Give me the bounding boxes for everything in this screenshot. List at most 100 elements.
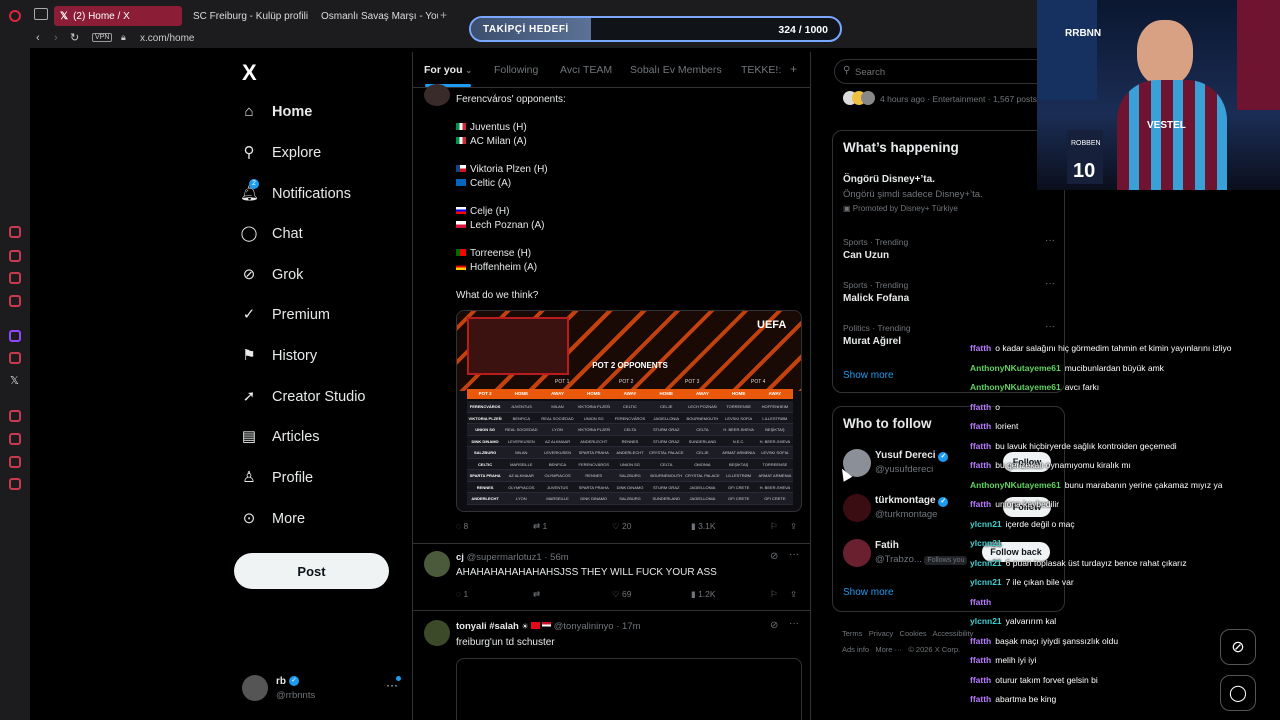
trabzon-flag xyxy=(1237,0,1280,110)
repost-button[interactable]: ⇄ xyxy=(533,589,540,600)
show-more-link[interactable]: Show more xyxy=(843,587,894,598)
opponent-cell: FERENCVÁROS xyxy=(578,461,609,467)
footer-link[interactable]: Privacy xyxy=(869,629,894,638)
x-sidebar-icon[interactable]: 𝕏 xyxy=(10,374,19,387)
sidebar-app-icon[interactable] xyxy=(9,410,21,422)
opponent-cell: BENFICA xyxy=(512,415,530,421)
sidebar-app-icon[interactable] xyxy=(9,272,21,284)
whats-happening-panel: What’s happening Öngörü Disney+’ta. Öngö… xyxy=(832,130,1065,393)
clock-icon[interactable] xyxy=(9,433,21,445)
trend-item[interactable]: Sports · Trending Can Uzun ··· xyxy=(843,235,1055,267)
tweet-image-pot2-opponents[interactable]: UEFA POT 2 OPPONENTS POT 1 POT 2 POT 3 P… xyxy=(456,310,802,512)
footer-link[interactable]: Ads info xyxy=(842,645,869,654)
tweet-line: Torreense (H) xyxy=(456,248,531,259)
flag-poland-icon xyxy=(456,221,466,228)
sidebar-app-icon[interactable] xyxy=(9,250,21,262)
chat-username: ylcnn21 xyxy=(970,616,1002,626)
bookmark-icon[interactable]: ⚐ xyxy=(770,589,778,600)
nav-grok[interactable]: ⊘ Grok xyxy=(240,266,304,284)
url-text[interactable]: x.com/home xyxy=(140,33,194,44)
search-input[interactable] xyxy=(855,65,1055,79)
x-logo-icon[interactable]: X xyxy=(242,60,257,86)
opponent-cell: OFI CRETE xyxy=(764,496,786,501)
new-tab-button[interactable]: + xyxy=(440,8,447,22)
tab-sobali-ev[interactable]: Sobalı Ev Members xyxy=(630,64,722,76)
team-name-cell: RENNES xyxy=(476,484,494,490)
tab-x-home[interactable]: 𝕏 (2) Home / X xyxy=(54,6,182,26)
opera-logo-icon[interactable] xyxy=(9,10,21,22)
verified-badge-icon: ✓ xyxy=(938,452,949,462)
grok-icon[interactable]: ⊘ xyxy=(770,620,778,631)
tab-overview-icon[interactable] xyxy=(34,8,48,20)
opponent-cell: CELTA xyxy=(623,427,637,432)
nav-premium[interactable]: ✓ Premium xyxy=(240,306,330,324)
nav-home[interactable]: ⌂ Home xyxy=(240,103,312,121)
tab-freiburg[interactable]: SC Freiburg - Kulüp profili xyxy=(182,6,310,26)
reload-icon[interactable]: ↻ xyxy=(70,31,79,44)
search-box[interactable]: ⚲ xyxy=(834,59,1064,84)
tab-for-you[interactable]: For you ⌄ xyxy=(424,64,472,76)
add-tab-button[interactable]: + xyxy=(790,62,797,76)
search-icon: ⚲ xyxy=(243,144,255,161)
repost-button[interactable]: ⇄ 1 xyxy=(533,521,547,532)
opponent-cell: ARMAT ARMENIA xyxy=(758,473,792,478)
forward-icon[interactable]: › xyxy=(54,32,58,44)
tweet-header: tonyali #salah ☀︎ @tonyalininyo · 17m xyxy=(456,621,641,632)
trend-top-meta[interactable]: 4 hours ago · Entertainment · 1,567 post… xyxy=(843,91,1043,107)
footer-link[interactable]: Accessibility xyxy=(933,629,974,638)
pot-subheader-cell: AWAY xyxy=(696,391,709,396)
footer-link[interactable]: Terms xyxy=(842,629,862,638)
nav-creator-studio[interactable]: ➚ Creator Studio xyxy=(240,388,366,406)
show-more-link[interactable]: Show more xyxy=(843,370,894,381)
vpn-badge[interactable]: VPN xyxy=(92,33,113,42)
more-dots-icon[interactable]: ··· xyxy=(789,618,799,629)
nav-history[interactable]: ⚑ History xyxy=(240,347,317,365)
trend-item[interactable]: Sports · Trending Malick Fofana ··· xyxy=(843,278,1055,310)
opponent-cell: BEŞİKTAŞ xyxy=(765,427,785,432)
opponent-cell: BOURNEMOUTH xyxy=(686,415,719,421)
opponent-cell: SALZBURG xyxy=(619,473,641,478)
twitch-icon[interactable] xyxy=(9,330,21,342)
sidebar-app-icon[interactable] xyxy=(9,352,21,364)
views-button[interactable]: ▮ 1.2K xyxy=(691,589,716,600)
footer-link[interactable]: More ··· xyxy=(875,645,902,654)
footer-link[interactable]: Cookies xyxy=(900,629,927,638)
nav-profile[interactable]: ♙ Profile xyxy=(240,469,313,487)
like-button[interactable]: ♡ 20 xyxy=(612,521,631,532)
views-button[interactable]: ▮ 3.1K xyxy=(691,521,716,532)
nav-more[interactable]: ⊙ More xyxy=(240,510,305,528)
back-icon[interactable]: ‹ xyxy=(36,32,40,44)
nav-chat[interactable]: ◯ Chat xyxy=(240,225,303,243)
grok-floating-button[interactable]: ⊘ xyxy=(1220,629,1256,665)
tab-avci-team[interactable]: Avcı TEAM xyxy=(560,64,612,76)
tweet-media[interactable] xyxy=(456,658,802,720)
tab-youtube[interactable]: Osmanlı Savaş Marşı - You xyxy=(310,6,438,26)
more-dots-icon[interactable]: ··· xyxy=(1045,321,1055,332)
share-icon[interactable]: ⇪ xyxy=(790,589,797,600)
more-dots-icon[interactable]: ··· xyxy=(1045,278,1055,289)
sidebar-app-icon[interactable] xyxy=(9,456,21,468)
messages-floating-button[interactable]: ◯ xyxy=(1220,675,1256,711)
tab-tekke[interactable]: TEKKE!: xyxy=(741,64,781,76)
more-dots-icon[interactable]: ··· xyxy=(789,549,799,560)
like-button[interactable]: ♡ 69 xyxy=(612,589,631,600)
nav-notifications[interactable]: 🔔︎ 2 Notifications xyxy=(240,179,351,203)
tweet-line: Viktoria Plzen (H) xyxy=(456,164,548,175)
sidebar-app-icon[interactable] xyxy=(9,226,21,238)
chat-text: lorient xyxy=(995,421,1019,431)
account-switcher[interactable]: rb ✓ @rrbnnts ··· xyxy=(242,675,407,705)
reply-button[interactable]: ◌ 1 xyxy=(456,589,468,599)
nav-articles[interactable]: ▤ Articles xyxy=(240,428,320,446)
more-dots-icon[interactable]: ··· xyxy=(1045,235,1055,246)
post-button[interactable]: Post xyxy=(234,553,389,589)
bookmark-icon[interactable]: ⚐ xyxy=(770,521,778,532)
tab-following[interactable]: Following xyxy=(494,64,538,76)
promo-item[interactable]: Öngörü Disney+’ta. Öngörü şimdi sadece D… xyxy=(843,174,1053,219)
nav-explore[interactable]: ⚲ Explore xyxy=(240,144,322,162)
settings-icon[interactable] xyxy=(9,478,21,490)
chat-message: ffatth o xyxy=(970,402,1000,412)
sidebar-app-icon[interactable] xyxy=(9,295,21,307)
share-icon[interactable]: ⇪ xyxy=(790,521,797,532)
grok-icon[interactable]: ⊘ xyxy=(770,551,778,562)
reply-button[interactable]: ◌ 8 xyxy=(456,521,468,531)
